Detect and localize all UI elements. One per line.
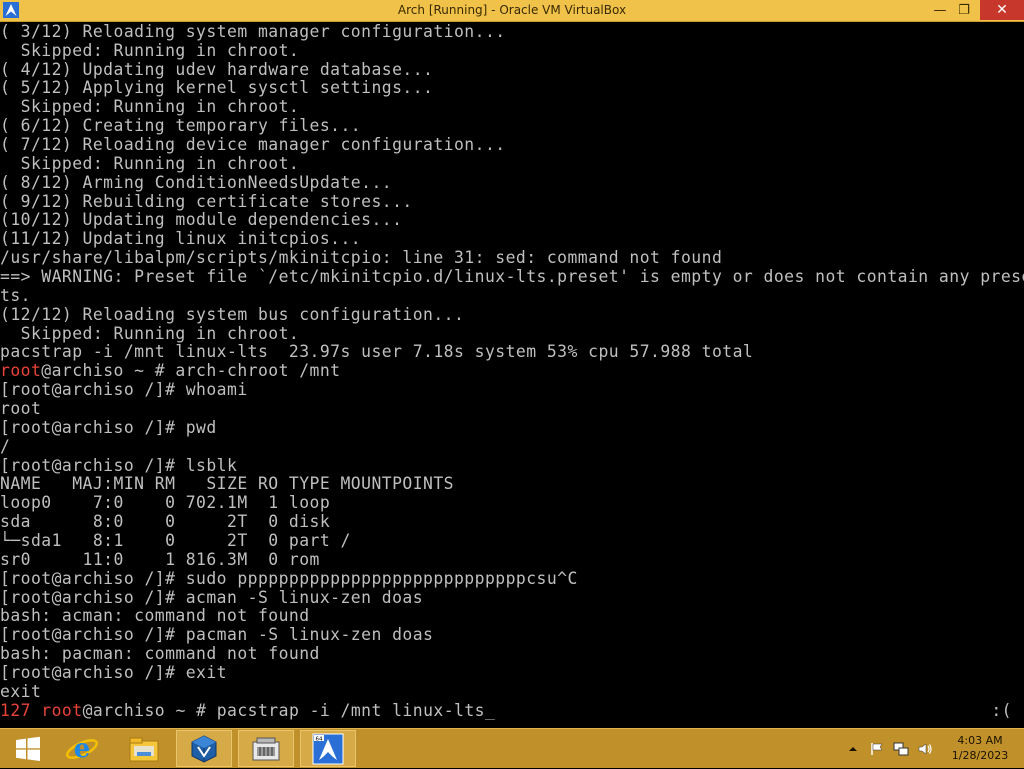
console-line: ( 4/12) Updating udev hardware database.… (0, 60, 434, 79)
arch-vm-icon: 64 (312, 733, 344, 764)
network-button[interactable] (890, 729, 912, 769)
vm-console[interactable]: ( 3/12) Reloading system manager configu… (0, 22, 1024, 728)
speaker-icon (918, 743, 932, 755)
console-line: ( 7/12) Reloading device manager configu… (0, 135, 506, 154)
console-line: exit (0, 682, 42, 701)
clock-time: 4:03 AM (957, 734, 1003, 747)
console-line: ( 9/12) Rebuilding certificate stores... (0, 192, 413, 211)
windows-logo-icon (16, 736, 40, 761)
network-icon (893, 742, 909, 756)
window-title: Arch [Running] - Oracle VM VirtualBox (397, 3, 627, 17)
console-line: [root@archiso /]# sudo ppppppppppppppppp… (0, 569, 578, 588)
console-line: bash: acman: command not found (0, 606, 310, 625)
console-line: ( 6/12) Creating temporary files... (0, 116, 362, 135)
folder-icon (129, 737, 159, 761)
console-line: pacstrap -i /mnt linux-lts 23.97s user 7… (0, 342, 754, 361)
virtualbox-manager-button[interactable] (176, 730, 232, 767)
svg-text:64: 64 (316, 736, 323, 742)
console-line: [root@archiso /]# pacman -S linux-zen do… (0, 625, 434, 644)
console-line: sda 8:0 0 2T 0 disk (0, 512, 331, 531)
arch-vm-button[interactable]: 64 (300, 730, 356, 767)
window-titlebar[interactable]: Arch [Running] - Oracle VM VirtualBox — … (0, 0, 1024, 22)
console-line: [root@archiso /]# pwd (0, 418, 217, 437)
flag-icon (871, 743, 883, 755)
console-line: [root@archiso /]# lsblk (0, 456, 238, 475)
internet-explorer-icon: e (66, 734, 98, 764)
status-face: :( (991, 701, 1012, 720)
console-prompt-line: root@archiso ~ # arch-chroot /mnt (0, 361, 1024, 380)
console-line: ( 8/12) Arming ConditionNeedsUpdate... (0, 173, 393, 192)
show-hidden-icons-button[interactable] (846, 729, 860, 769)
volume-button[interactable] (914, 729, 936, 769)
minimize-button[interactable]: — (929, 0, 951, 20)
console-line: Skipped: Running in chroot. (0, 97, 300, 116)
svg-text:e: e (74, 734, 91, 764)
system-clock[interactable]: 4:03 AM 1/28/2023 (938, 733, 1022, 763)
console-line: NAME MAJ:MIN RM SIZE RO TYPE MOUNTPOINTS (0, 474, 454, 493)
console-line: / (0, 437, 11, 456)
virtualbox-icon (191, 734, 217, 763)
prompt-command: @archiso ~ # pacstrap -i /mnt linux-lts (82, 701, 485, 720)
console-input-line[interactable]: 127 root@archiso ~ # pacstrap -i /mnt li… (0, 701, 1024, 720)
console-line: (10/12) Updating module dependencies... (0, 210, 403, 229)
console-line: [root@archiso /]# whoami (0, 380, 248, 399)
console-line: loop0 7:0 0 702.1M 1 loop (0, 493, 331, 512)
console-line: ==> WARNING: Preset file `/etc/mkinitcpi… (0, 267, 1024, 286)
console-line: ( 5/12) Applying kernel sysctl settings.… (0, 78, 434, 97)
clock-date: 1/28/2023 (951, 749, 1009, 762)
console-line: Skipped: Running in chroot. (0, 41, 300, 60)
console-line: ts. (0, 286, 31, 305)
console-line: sr0 11:0 1 816.3M 0 rom (0, 550, 320, 569)
console-line: (12/12) Reloading system bus configurati… (0, 305, 465, 324)
console-line: └─sda1 8:1 0 2T 0 part / (0, 531, 351, 550)
console-line: (11/12) Updating linux initcpios... (0, 229, 362, 248)
console-line: ( 3/12) Reloading system manager configu… (0, 22, 506, 41)
action-center-button[interactable] (866, 729, 888, 769)
internet-explorer-button[interactable]: e (54, 730, 110, 767)
console-line: [root@archiso /]# exit (0, 663, 227, 682)
prompt-user: root (0, 361, 42, 380)
prompt-command: @archiso ~ # arch-chroot /mnt (41, 361, 341, 380)
shell-app-button[interactable] (238, 730, 294, 767)
start-button[interactable] (0, 730, 56, 767)
close-button[interactable]: ✕ (980, 0, 1024, 20)
server-icon (252, 737, 280, 760)
console-line: bash: pacman: command not found (0, 644, 320, 663)
exit-code: 127 (0, 701, 31, 720)
console-line: root (0, 399, 42, 418)
taskbar: e 64 4:03 AM 1/28/2023 (0, 728, 1024, 768)
console-line: [root@archiso /]# acman -S linux-zen doa… (0, 588, 424, 607)
maximize-button[interactable]: ❐ (953, 0, 975, 20)
console-line: Skipped: Running in chroot. (0, 154, 300, 173)
text-cursor: _ (484, 701, 496, 720)
console-line: /usr/share/libalpm/scripts/mkinitcpio: l… (0, 248, 723, 267)
chevron-up-icon (849, 747, 857, 751)
file-explorer-button[interactable] (116, 730, 172, 767)
console-line: Skipped: Running in chroot. (0, 324, 300, 343)
prompt-user: root (41, 701, 83, 720)
